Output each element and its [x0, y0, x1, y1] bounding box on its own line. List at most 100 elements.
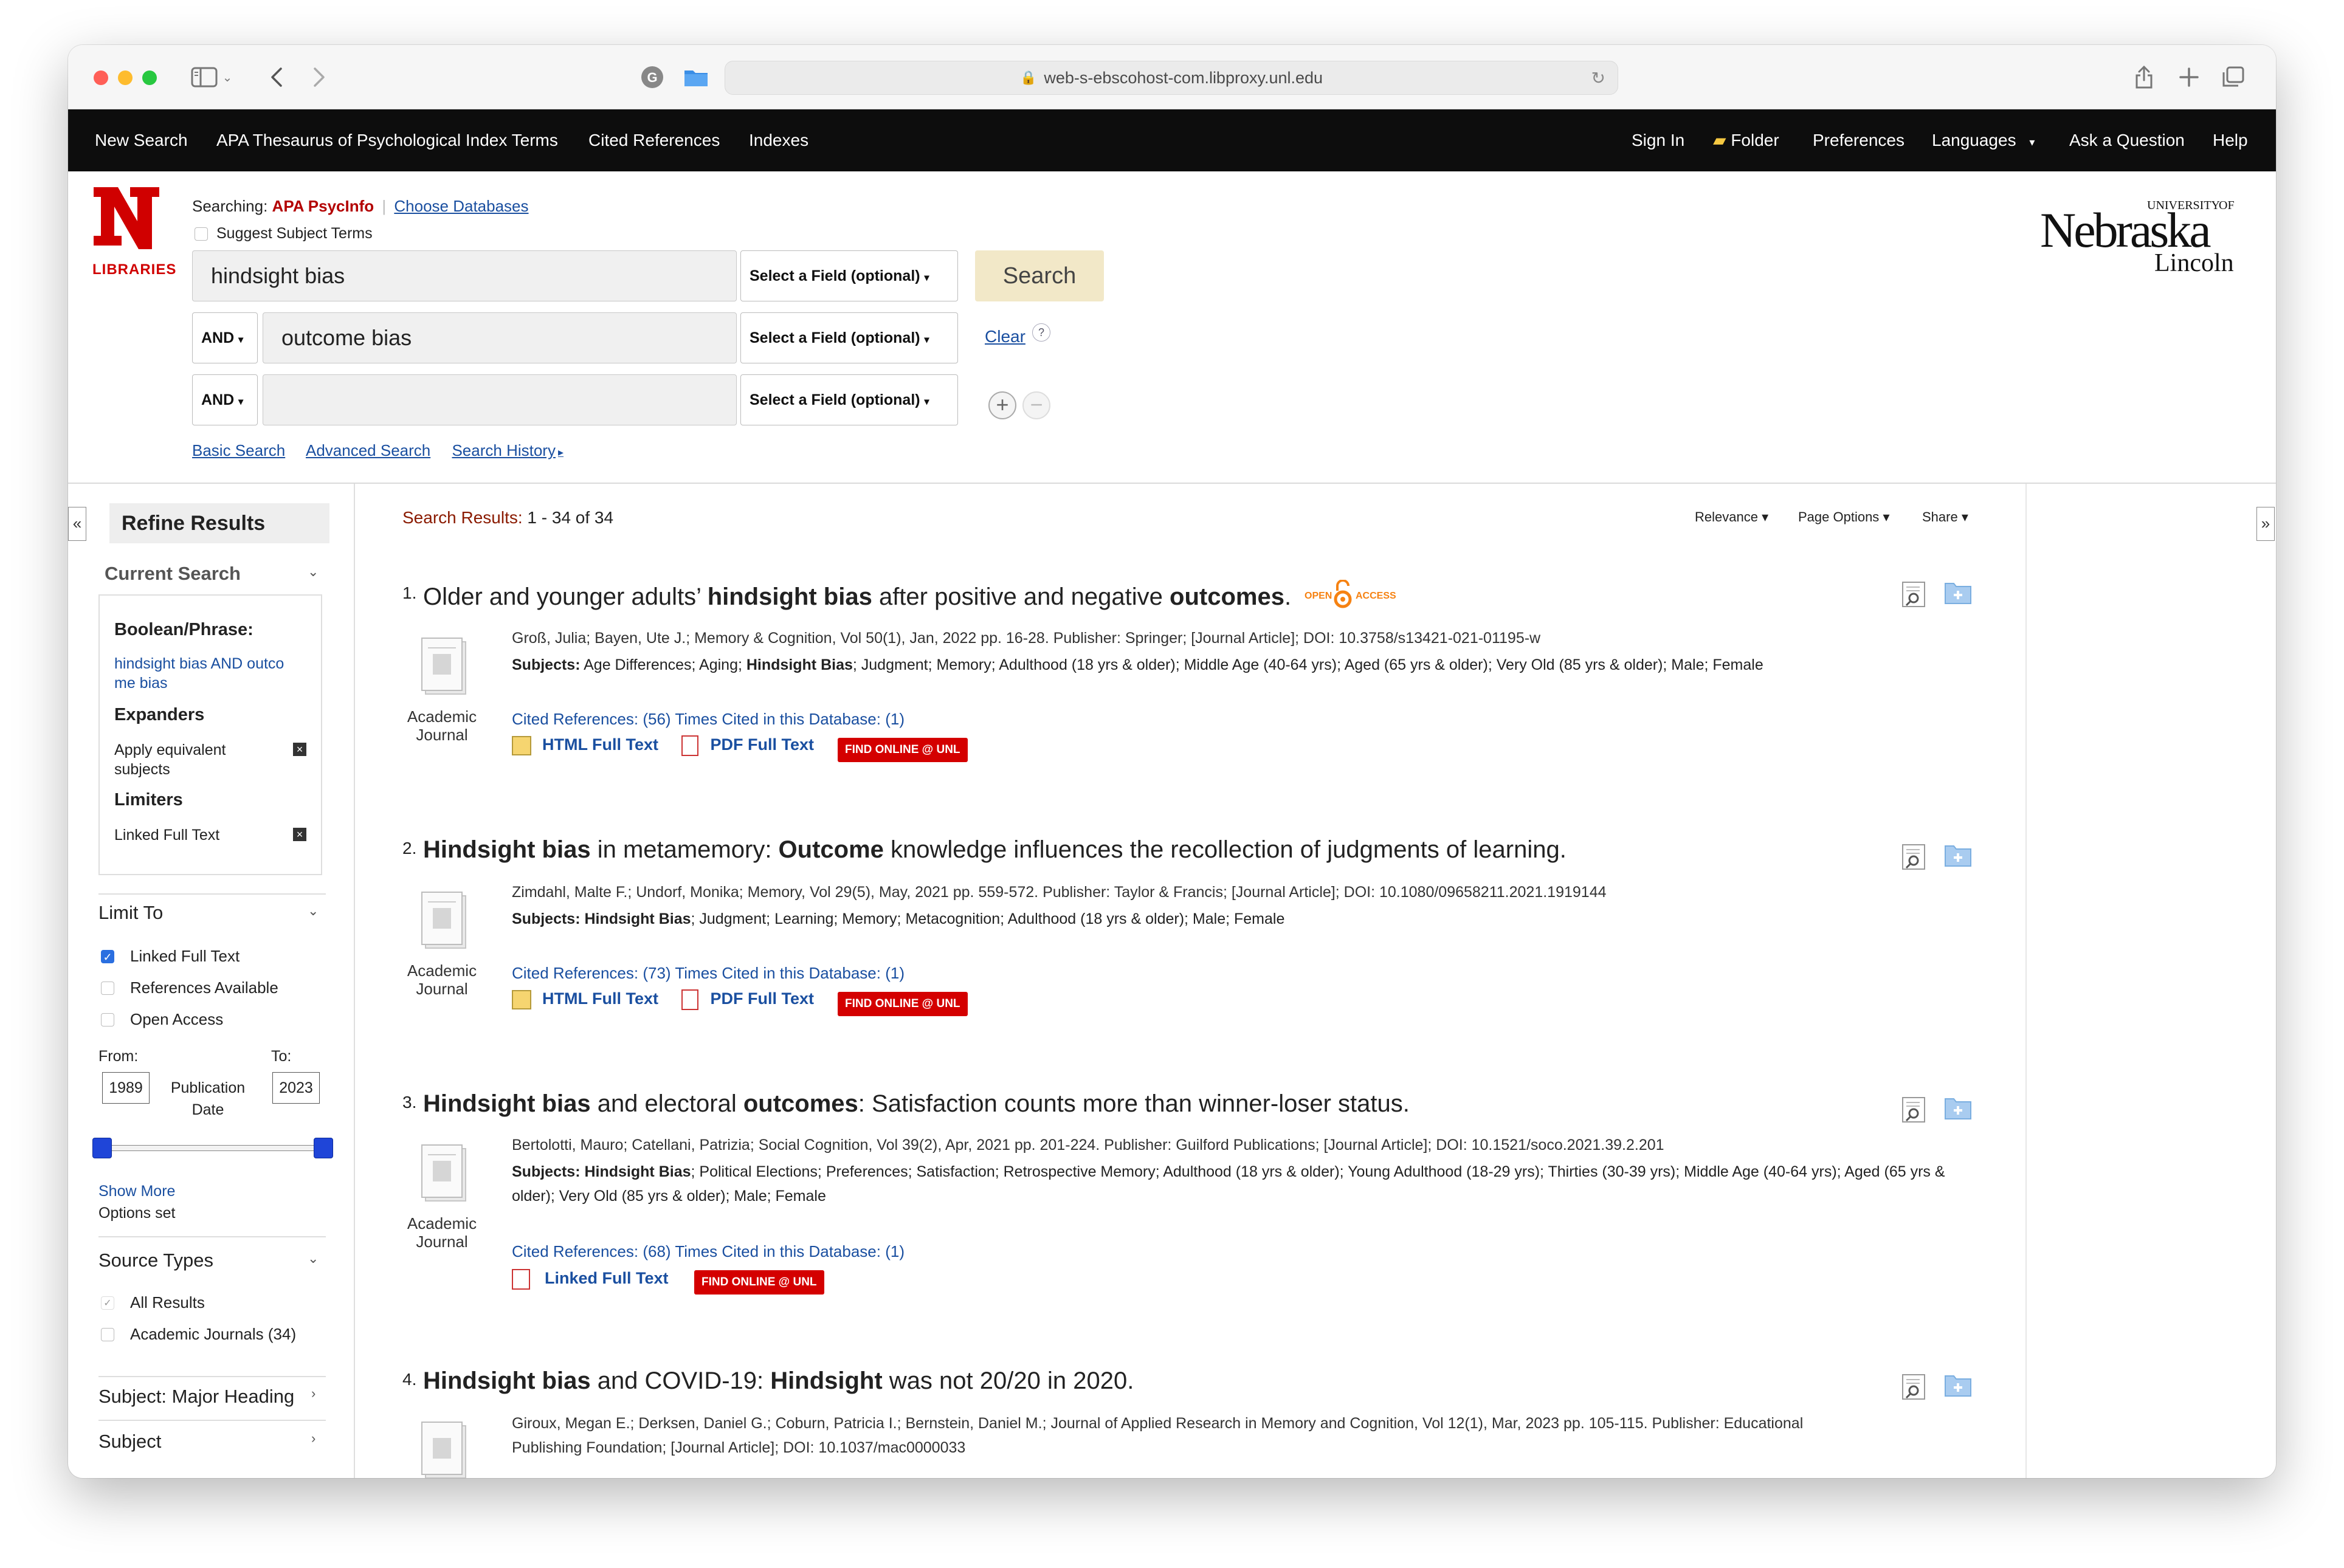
add-row-icon[interactable]: + — [988, 391, 1016, 419]
checkbox-checked-icon[interactable]: ✓ — [101, 1296, 114, 1310]
suggest-checkbox[interactable] — [195, 227, 208, 241]
subject-heading[interactable]: Subject — [98, 1431, 161, 1453]
from-year-input[interactable]: 1989 — [102, 1072, 150, 1104]
field-select-1[interactable]: Select a Field (optional) ▾ — [740, 250, 958, 301]
chevron-right-icon[interactable]: › — [311, 1431, 315, 1446]
result-title-3[interactable]: Hindsight bias and electoral outcomes: S… — [423, 1090, 1410, 1118]
preview-magnifier-icon[interactable] — [1901, 844, 1929, 870]
help-icon[interactable]: ? — [1032, 323, 1050, 342]
tab-overview-icon[interactable] — [2218, 63, 2248, 91]
expand-right-button[interactable]: » — [2256, 507, 2275, 541]
find-online-button[interactable]: FIND ONLINE @ UNL — [838, 992, 968, 1016]
folder-extension-icon[interactable] — [682, 63, 710, 91]
field-select-2[interactable]: Select a Field (optional) ▾ — [740, 312, 958, 363]
checkbox-checked-icon[interactable]: ✓ — [101, 949, 114, 963]
nav-cited-references[interactable]: Cited References — [588, 109, 720, 171]
chevron-down-icon[interactable]: ⌄ — [308, 564, 319, 580]
basic-search-link[interactable]: Basic Search — [192, 441, 285, 459]
result-title-2[interactable]: Hindsight bias in metamemory: Outcome kn… — [423, 836, 1567, 864]
nav-folder[interactable]: ▰ Folder — [1713, 109, 1779, 171]
result-title-1[interactable]: Older and younger adults’ hindsight bias… — [423, 583, 1291, 611]
bool-select-3[interactable]: AND ▾ — [192, 374, 258, 425]
field-select-3[interactable]: Select a Field (optional) ▾ — [740, 374, 958, 425]
bool-select-2[interactable]: AND ▾ — [192, 312, 258, 363]
grammarly-icon[interactable]: G — [638, 63, 666, 91]
chevron-down-icon[interactable]: ⌄ — [308, 1251, 319, 1267]
close-window-button[interactable] — [94, 70, 108, 85]
search-history-link[interactable]: Search History — [452, 441, 556, 459]
remove-expander-icon[interactable]: × — [293, 743, 306, 756]
add-to-folder-icon[interactable] — [1944, 841, 1972, 868]
zoom-window-button[interactable] — [142, 70, 157, 85]
checkbox[interactable] — [101, 1013, 114, 1026]
boolean-value-line-2[interactable]: me bias — [114, 675, 168, 692]
search-input-1[interactable]: hindsight bias — [192, 250, 737, 301]
show-more-link[interactable]: Show More — [98, 1183, 175, 1200]
cited-references-line[interactable]: Cited References: (56) Times Cited in th… — [512, 710, 905, 729]
share-dropdown[interactable]: Share ▾ — [1922, 509, 1968, 525]
clear-link[interactable]: Clear — [985, 327, 1026, 346]
search-input-2[interactable]: outcome bias — [263, 312, 737, 363]
suggest-subject-terms[interactable]: Suggest Subject Terms — [195, 225, 373, 242]
remove-limiter-icon[interactable]: × — [293, 828, 306, 841]
choose-databases-link[interactable]: Choose Databases — [394, 197, 528, 215]
new-tab-icon[interactable] — [2174, 63, 2204, 91]
search-input-3[interactable] — [263, 374, 737, 425]
chevron-right-icon[interactable]: › — [311, 1386, 315, 1401]
pdf-full-text-link[interactable]: PDF Full Text — [711, 735, 815, 754]
result-title-4[interactable]: Hindsight bias and COVID-19: Hindsight w… — [423, 1367, 1134, 1395]
remove-row-icon[interactable]: − — [1022, 391, 1050, 419]
source-option-all-results[interactable]: ✓ All Results — [101, 1293, 205, 1312]
reload-icon[interactable]: ↻ — [1591, 68, 1605, 88]
limit-option-open-access[interactable]: Open Access — [101, 1010, 223, 1029]
pdf-full-text-link[interactable]: PDF Full Text — [711, 989, 815, 1008]
back-icon[interactable] — [261, 63, 292, 91]
address-bar[interactable]: 🔒 web-s-ebscohost-com.libproxy.unl.edu ↻ — [725, 61, 1618, 95]
checkbox[interactable] — [101, 981, 114, 995]
boolean-value-line-1[interactable]: hindsight bias AND outco — [114, 655, 284, 673]
find-online-button[interactable]: FIND ONLINE @ UNL — [838, 738, 968, 762]
add-to-folder-icon[interactable] — [1944, 1094, 1972, 1121]
preview-magnifier-icon[interactable] — [1901, 1096, 1929, 1123]
minimize-window-button[interactable] — [118, 70, 133, 85]
current-search-heading[interactable]: Current Search — [105, 563, 241, 585]
subject-major-heading[interactable]: Subject: Major Heading — [98, 1386, 294, 1408]
find-online-button[interactable]: FIND ONLINE @ UNL — [694, 1270, 824, 1295]
nav-preferences[interactable]: Preferences — [1813, 109, 1904, 171]
limit-option-linked-full-text[interactable]: ✓ Linked Full Text — [101, 947, 240, 966]
checkbox[interactable] — [101, 1327, 114, 1341]
slider-handle-end[interactable] — [314, 1138, 333, 1158]
nav-indexes[interactable]: Indexes — [749, 109, 808, 171]
source-types-heading[interactable]: Source Types — [98, 1250, 213, 1271]
search-button[interactable]: Search — [975, 250, 1104, 301]
nav-help[interactable]: Help — [2213, 109, 2248, 171]
slider-handle-start[interactable] — [92, 1138, 112, 1158]
nav-languages[interactable]: Languages ▾ — [1932, 109, 2035, 171]
share-icon[interactable] — [2129, 63, 2159, 91]
chevron-down-icon[interactable]: ⌄ — [308, 903, 319, 919]
to-year-input[interactable]: 2023 — [272, 1072, 320, 1104]
html-full-text-link[interactable]: HTML Full Text — [542, 735, 658, 754]
sidebar-toggle-icon[interactable]: ⌄ — [187, 63, 236, 91]
cited-references-line[interactable]: Cited References: (68) Times Cited in th… — [512, 1242, 905, 1261]
add-to-folder-icon[interactable] — [1944, 1371, 1972, 1398]
preview-magnifier-icon[interactable] — [1901, 581, 1929, 608]
limit-to-heading[interactable]: Limit To — [98, 902, 163, 924]
unl-n-logo-icon[interactable] — [91, 185, 162, 252]
linked-full-text-link[interactable]: Linked Full Text — [545, 1269, 669, 1287]
html-full-text-link[interactable]: HTML Full Text — [542, 989, 658, 1008]
sort-relevance-dropdown[interactable]: Relevance ▾ — [1695, 509, 1768, 525]
cited-references-line[interactable]: Cited References: (73) Times Cited in th… — [512, 964, 905, 983]
page-options-dropdown[interactable]: Page Options ▾ — [1798, 509, 1889, 525]
forward-icon[interactable] — [304, 63, 334, 91]
nav-sign-in[interactable]: Sign In — [1632, 109, 1684, 171]
nav-ask-question[interactable]: Ask a Question — [2069, 109, 2185, 171]
advanced-search-link[interactable]: Advanced Search — [306, 441, 430, 459]
source-option-academic-journals[interactable]: Academic Journals (34) — [101, 1325, 296, 1344]
nav-new-search[interactable]: New Search — [95, 109, 188, 171]
nav-apa-thesaurus[interactable]: APA Thesaurus of Psychological Index Ter… — [216, 109, 558, 171]
preview-magnifier-icon[interactable] — [1901, 1374, 1929, 1400]
limit-option-references-available[interactable]: References Available — [101, 978, 278, 997]
date-range-slider[interactable] — [103, 1145, 331, 1151]
add-to-folder-icon[interactable] — [1944, 579, 1972, 605]
